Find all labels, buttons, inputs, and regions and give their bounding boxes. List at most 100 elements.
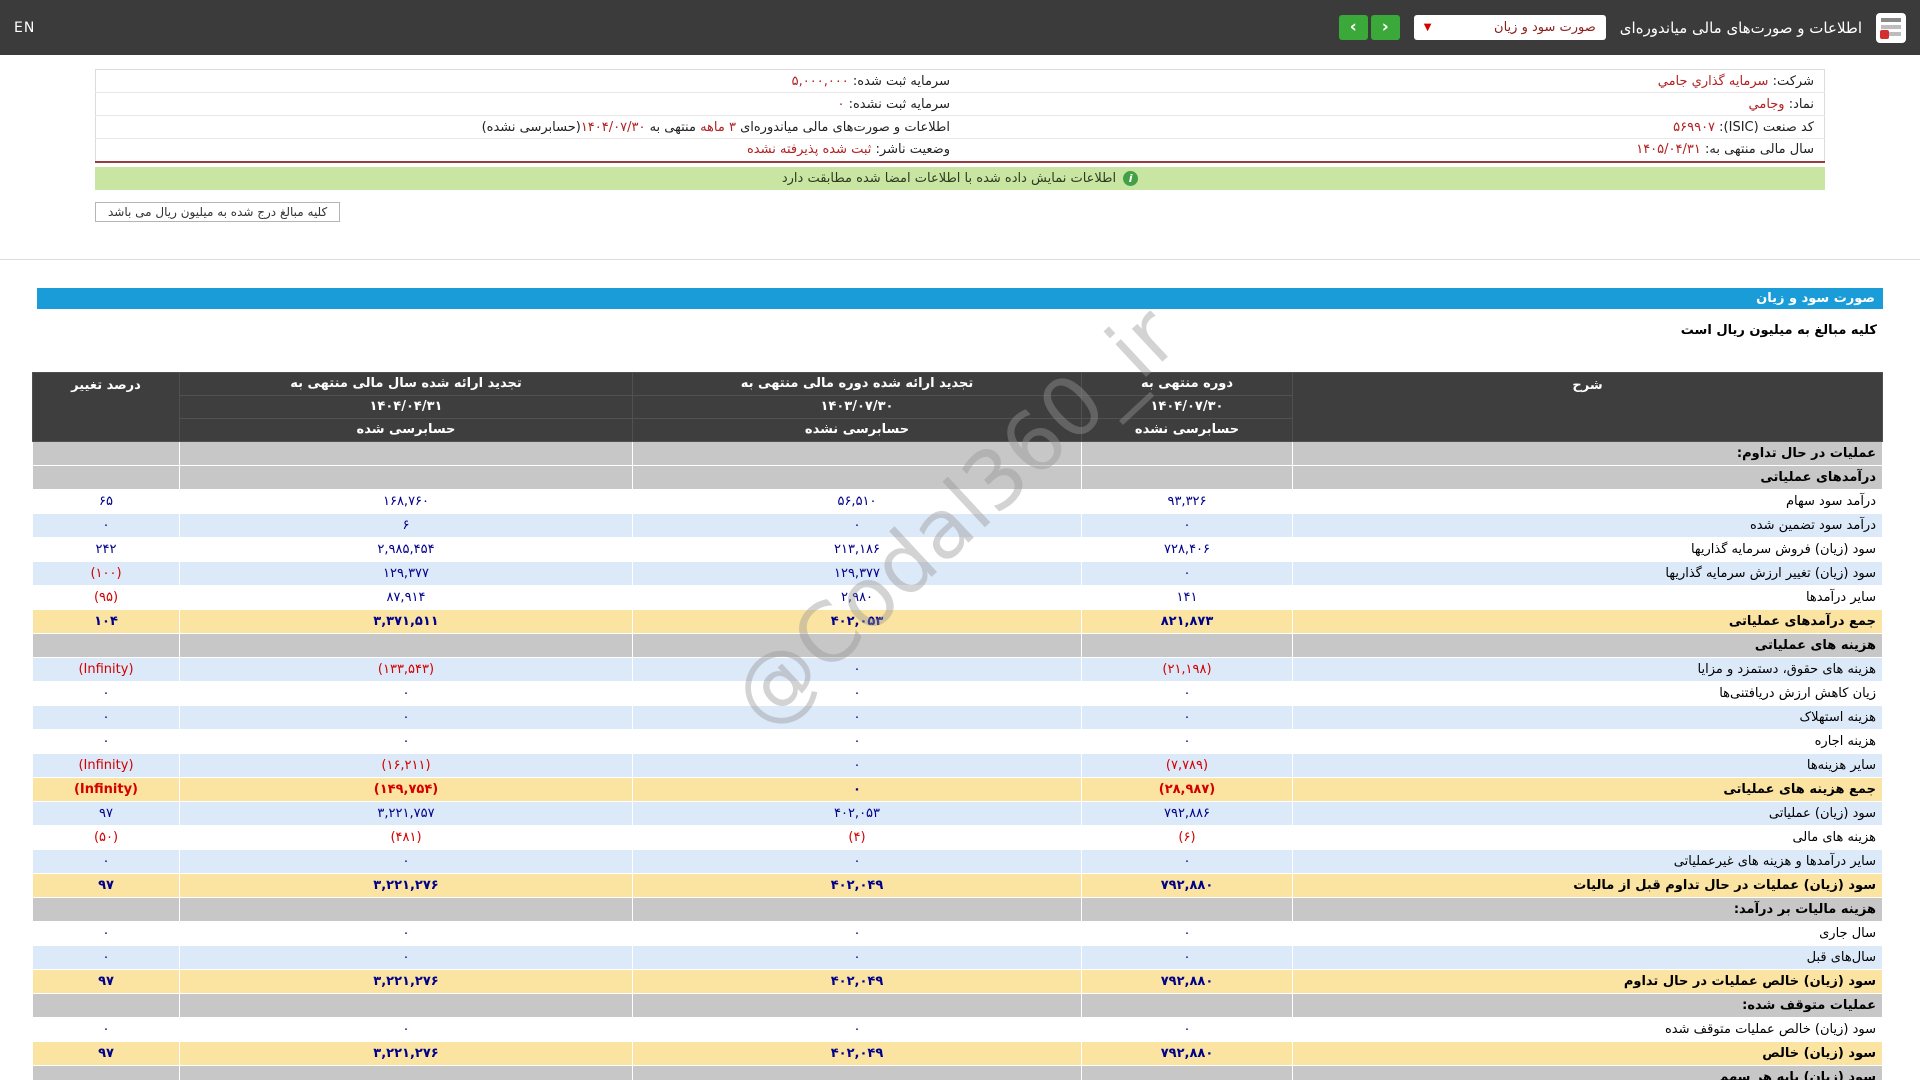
unit-note-box: کلیه مبالغ درج شده به میلیون ریال می باش… (95, 201, 341, 222)
header-change-percent: درصد تغییر (32, 371, 180, 442)
section-row: هزینه های عملیاتی (32, 632, 1883, 658)
row-value: ۱۴۱ (1081, 584, 1293, 610)
company-info-cell-left: سرمایه ثبت شده: ۵,۰۰۰,۰۰۰ (95, 69, 960, 93)
section-row: عملیات متوقف شده: (32, 992, 1883, 1018)
section-row: عملیات در حال تداوم: (32, 440, 1883, 466)
row-value: ۹۷ (32, 1040, 180, 1066)
row-value: (Infinity) (32, 656, 180, 682)
row-label: عملیات در حال تداوم: (1292, 440, 1883, 466)
row-value: ۰ (632, 944, 1082, 970)
row-value: ۶ (179, 512, 633, 538)
row-value (1081, 896, 1293, 922)
period-nav-buttons: ‹ › (1338, 15, 1400, 40)
row-value (1081, 464, 1293, 490)
row-value: ۰ (632, 680, 1082, 706)
data-row: سایر هزینه‌ها (۷,۷۸۹) ۰ (۱۶,۲۱۱) (Infinity) (32, 752, 1883, 778)
row-value: ۰ (32, 944, 180, 970)
info-label: سرمایه ثبت نشده: (844, 96, 950, 112)
row-value: (۱۴۹,۷۵۴) (179, 776, 633, 802)
signature-match-notice: i اطلاعات نمایش داده شده با اطلاعات امضا… (95, 166, 1825, 190)
company-info-cell-right: کد صنعت (ISIC): ۵۶۹۹۰۷ (960, 115, 1825, 139)
row-value: ۰ (632, 848, 1082, 874)
row-label: سود (زیان) تغییر ارزش سرمایه گذاریها (1292, 560, 1883, 586)
row-value: ۰ (32, 848, 180, 874)
statement-table-body: عملیات در حال تداوم: درآمدهای عملیاتی درآم… (32, 440, 1883, 1080)
section-row: سود (زیان) پایه هر سهم (32, 1064, 1883, 1080)
row-value: ۰ (632, 704, 1082, 730)
row-value: ۰ (32, 1016, 180, 1042)
row-value (179, 632, 633, 658)
row-value: ۲,۹۸۵,۴۵۴ (179, 536, 633, 562)
row-label: هزینه استهلاک (1292, 704, 1883, 730)
row-value (632, 896, 1082, 922)
row-value: ۰ (632, 1016, 1082, 1042)
info-label: شرکت: (1768, 73, 1814, 89)
row-label: سال جاری (1292, 920, 1883, 946)
row-value: ۰ (179, 848, 633, 874)
header-col2-audit: حسابرسی نشده (632, 417, 1082, 442)
info-value: ۵۶۹۹۰۷ (1673, 119, 1716, 135)
row-label: هزینه مالیات بر درآمد: (1292, 896, 1883, 922)
row-label: عملیات متوقف شده: (1292, 992, 1883, 1018)
data-row: سال جاری ۰ ۰ ۰ ۰ (32, 920, 1883, 946)
row-value: ۷۹۲,۸۸۰ (1081, 1040, 1293, 1066)
statement-type-select[interactable]: صورت سود و زیان ▼ (1413, 15, 1606, 40)
row-value: ۳,۲۲۱,۷۵۷ (179, 800, 633, 826)
row-value: ۰ (632, 776, 1082, 802)
statement-table-header: شرح دوره منتهی به تجدید ارائه شده دوره م… (32, 371, 1883, 442)
row-label: سود (زیان) عملیات در حال تداوم قبل از ما… (1292, 872, 1883, 898)
info-label: سرمایه ثبت شده: (848, 73, 950, 89)
row-value (32, 632, 180, 658)
row-label: سود (زیان) پایه هر سهم (1292, 1064, 1883, 1080)
row-value: ۰ (632, 512, 1082, 538)
row-value: (۵۰) (32, 824, 180, 850)
row-value: ۰ (179, 704, 633, 730)
info-icon: i (1123, 170, 1139, 186)
language-switch-en[interactable]: EN (14, 20, 35, 36)
row-value: ۸۷,۹۱۴ (179, 584, 633, 610)
row-value: ۳,۲۲۱,۲۷۶ (179, 968, 633, 994)
chevron-left-icon: ‹ (1381, 17, 1389, 37)
row-value: (۱۰۰) (32, 560, 180, 586)
total-row: سود (زیان) خالص عملیات در حال تداوم ۷۹۲,۸… (32, 968, 1883, 994)
data-row: سایر درآمدها و هزینه های غیرعملیاتی ۰ ۰ ۰ ۰ (32, 848, 1883, 874)
row-label: درآمدهای عملیاتی (1292, 464, 1883, 490)
header-col3-date: ۱۴۰۴/۰۴/۳۱ (179, 394, 633, 419)
data-row: سایر درآمدها ۱۴۱ ۲,۹۸۰ ۸۷,۹۱۴ (۹۵) (32, 584, 1883, 610)
row-value: ۵۶,۵۱۰ (632, 488, 1082, 514)
row-value (32, 1064, 180, 1080)
next-period-button[interactable]: › (1338, 15, 1368, 40)
row-value: ۰ (179, 680, 633, 706)
row-label: جمع درآمدهای عملیاتی (1292, 608, 1883, 634)
company-info-cell-left: اطلاعات و صورت‌های مالی میاندوره‌ای ۳ ما… (95, 115, 960, 139)
row-value: ۷۲۸,۴۰۶ (1081, 536, 1293, 562)
row-value: (Infinity) (32, 776, 180, 802)
company-info-cell-right: سال مالی منتهی به: ۱۴۰۵/۰۴/۳۱ (960, 139, 1825, 162)
row-value: ۰ (179, 728, 633, 754)
row-value: ۰ (32, 680, 180, 706)
row-value: ۳,۳۷۱,۵۱۱ (179, 608, 633, 634)
page: { "colors": { "navbar_bg": "#3b3b3b", "a… (0, 0, 1920, 1080)
row-value: ۴۰۲,۰۴۹ (632, 1040, 1082, 1066)
info-value: ۵,۰۰۰,۰۰۰ (791, 73, 849, 89)
info-label: سال مالی منتهی به: (1700, 142, 1814, 158)
data-row: سود (زیان) تغییر ارزش سرمایه گذاریها ۰ ۱۲۹… (32, 560, 1883, 586)
data-row: سال‌های قبل ۰ ۰ ۰ ۰ (32, 944, 1883, 970)
row-value (632, 1064, 1082, 1080)
info-value: ۳ ماهه (700, 119, 736, 135)
row-value: ۸۲۱,۸۷۳ (1081, 608, 1293, 634)
row-value: ۹۷ (32, 872, 180, 898)
row-value (179, 1064, 633, 1080)
top-navbar: اطلاعات و صورت‌های مالی میاندوره‌ای صورت… (0, 0, 1920, 55)
prev-period-button[interactable]: ‹ (1370, 15, 1400, 40)
row-label: هزینه های عملیاتی (1292, 632, 1883, 658)
row-value (32, 992, 180, 1018)
total-row: جمع درآمدهای عملیاتی ۸۲۱,۸۷۳ ۴۰۲,۰۵۳ ۳,۳۷۱,… (32, 608, 1883, 634)
company-info-cell-left: وضعیت ناشر: ثبت شده پذیرفته نشده (96, 139, 961, 162)
row-value: ۱۲۹,۳۷۷ (632, 560, 1082, 586)
row-value (1081, 992, 1293, 1018)
row-value: ۰ (1081, 728, 1293, 754)
notice-text: اطلاعات نمایش داده شده با اطلاعات امضا ش… (781, 170, 1117, 186)
row-value (632, 992, 1082, 1018)
row-value: (۶) (1081, 824, 1293, 850)
